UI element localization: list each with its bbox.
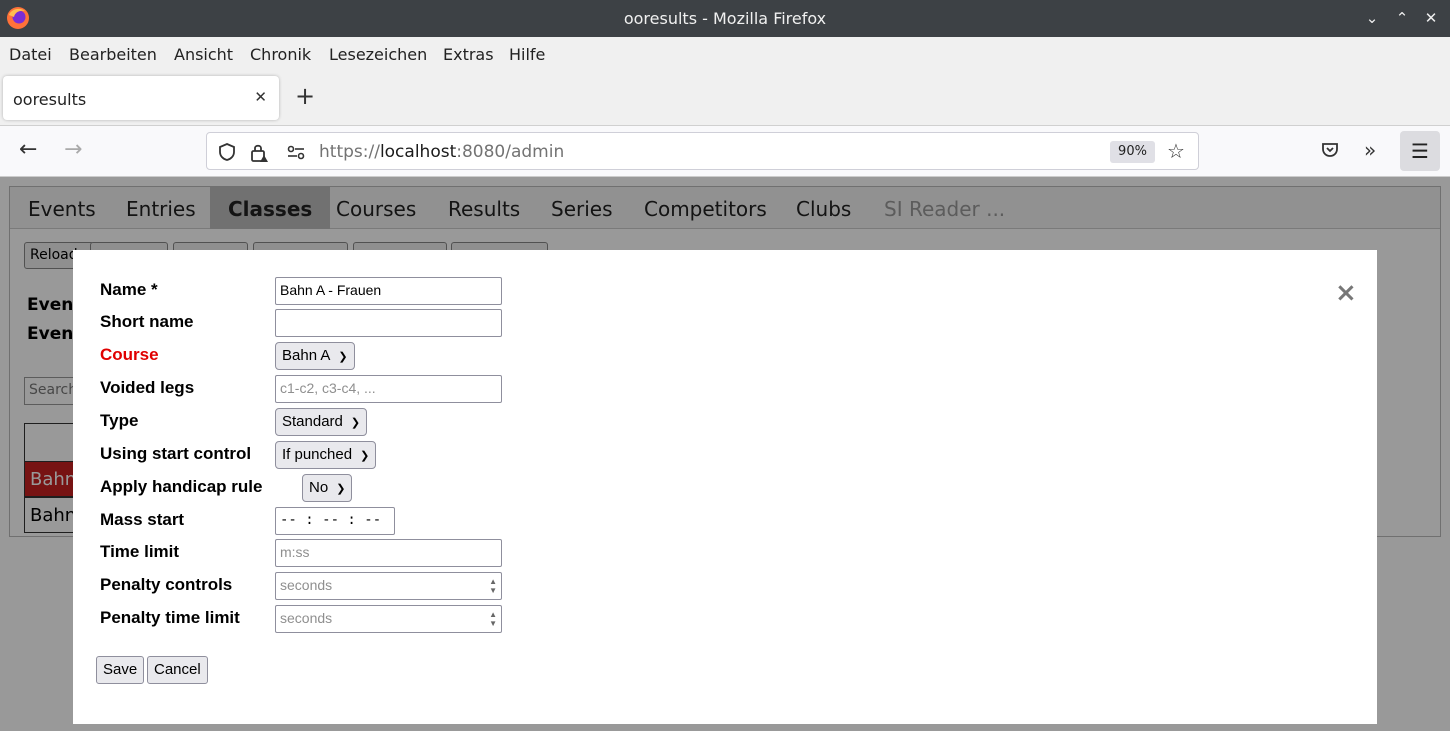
shield-icon[interactable] <box>217 142 237 162</box>
start-control-label: Using start control <box>100 444 252 463</box>
mass-start-label: Mass start <box>100 510 185 529</box>
menu-bearbeiten[interactable]: Bearbeiten <box>69 45 157 64</box>
cancel-button[interactable]: Cancel <box>147 656 208 684</box>
forward-arrow-icon[interactable]: → <box>64 138 82 162</box>
edit-class-modal: × Name * Bahn A - Frauen Short name Cour… <box>73 250 1377 724</box>
new-tab-icon[interactable]: + <box>295 84 315 108</box>
menu-datei[interactable]: Datei <box>9 45 52 64</box>
menu-ansicht[interactable]: Ansicht <box>174 45 233 64</box>
short-name-input[interactable] <box>275 309 502 337</box>
pocket-icon[interactable] <box>1320 140 1340 160</box>
name-input[interactable]: Bahn A - Frauen <box>275 277 502 305</box>
short-name-label: Short name <box>100 312 194 331</box>
name-label: Name * <box>100 280 158 299</box>
url-bar[interactable]: https://localhost:8080/admin 90% ☆ <box>206 132 1199 170</box>
chevron-down-icon: ❯ <box>338 351 348 363</box>
course-label: Course <box>100 345 159 364</box>
handicap-select[interactable]: No ❯ <box>302 474 353 502</box>
penalty-time-limit-input[interactable]: seconds ▲ ▼ <box>275 605 502 633</box>
course-select[interactable]: Bahn A ❯ <box>275 342 355 370</box>
spinner-arrows-icon[interactable]: ▲ ▼ <box>489 577 497 595</box>
start-control-select-value: If punched <box>282 446 353 463</box>
penalty-time-limit-label: Penalty time limit <box>100 608 240 627</box>
time-limit-input[interactable]: m:ss <box>275 539 502 567</box>
hamburger-menu-icon[interactable]: ☰ <box>1400 131 1440 171</box>
url-path: :8080/admin <box>456 142 565 162</box>
bookmark-star-icon[interactable]: ☆ <box>1167 139 1185 163</box>
time-limit-label: Time limit <box>100 542 180 561</box>
start-control-select[interactable]: If punched ❯ <box>275 441 377 469</box>
window-titlebar: ooresults - Mozilla Firefox ⌄ ⌃ ✕ <box>0 0 1450 37</box>
browser-tab[interactable]: ooresults ✕ <box>3 76 279 120</box>
penalty-controls-input[interactable]: seconds ▲ ▼ <box>275 572 502 600</box>
window-close-icon[interactable]: ✕ <box>1421 8 1441 28</box>
overflow-chevron-icon[interactable]: » <box>1364 138 1376 162</box>
menu-bar: Datei Bearbeiten Ansicht Chronik Lesezei… <box>0 37 1450 73</box>
modal-close-icon[interactable]: × <box>1335 280 1357 306</box>
penalty-time-limit-placeholder: seconds <box>280 610 333 626</box>
chevron-down-icon: ❯ <box>360 450 370 462</box>
url-host: localhost <box>379 142 457 162</box>
window-title: ooresults - Mozilla Firefox <box>623 9 827 28</box>
voided-legs-label: Voided legs <box>100 378 195 397</box>
back-arrow-icon[interactable]: ← <box>19 138 37 162</box>
navigation-toolbar: ← → https://localhost:8080/admin 90% ☆ »… <box>0 126 1450 177</box>
handicap-select-value: No <box>309 479 329 496</box>
time-limit-placeholder: m:ss <box>280 544 310 560</box>
tab-strip: ooresults ✕ + <box>0 73 1450 126</box>
permissions-icon[interactable] <box>286 143 306 161</box>
type-select[interactable]: Standard ❯ <box>275 408 368 436</box>
chevron-down-icon: ❯ <box>350 417 361 429</box>
menu-chronik[interactable]: Chronik <box>250 45 311 64</box>
browser-tab-title: ooresults <box>13 90 87 109</box>
voided-legs-input[interactable]: c1-c2, c3-c4, ... <box>275 375 502 403</box>
penalty-controls-placeholder: seconds <box>280 577 333 593</box>
handicap-label: Apply handicap rule <box>100 477 263 496</box>
chevron-down-icon: ❯ <box>336 483 346 495</box>
tab-close-icon[interactable]: ✕ <box>254 88 267 106</box>
penalty-controls-label: Penalty controls <box>100 575 233 594</box>
lock-icon[interactable] <box>249 142 269 164</box>
maximize-icon[interactable]: ⌃ <box>1392 8 1412 28</box>
minimize-icon[interactable]: ⌄ <box>1362 8 1382 28</box>
spinner-arrows-icon[interactable]: ▲ ▼ <box>489 610 497 628</box>
mass-start-time-input[interactable]: -- : -- : -- <box>275 507 395 535</box>
type-select-value: Standard <box>282 413 343 430</box>
menu-lesezeichen[interactable]: Lesezeichen <box>329 45 427 64</box>
page-content: Events Entries Classes Courses Results S… <box>0 177 1450 731</box>
save-button[interactable]: Save <box>96 656 145 684</box>
url-scheme: https:// <box>319 142 380 162</box>
menu-hilfe[interactable]: Hilfe <box>509 45 545 64</box>
url-text[interactable]: https://localhost:8080/admin <box>319 142 564 162</box>
voided-legs-placeholder: c1-c2, c3-c4, ... <box>280 380 376 396</box>
course-select-value: Bahn A <box>282 347 331 364</box>
zoom-level-badge[interactable]: 90% <box>1110 141 1155 163</box>
menu-extras[interactable]: Extras <box>443 45 494 64</box>
type-label: Type <box>100 411 139 430</box>
